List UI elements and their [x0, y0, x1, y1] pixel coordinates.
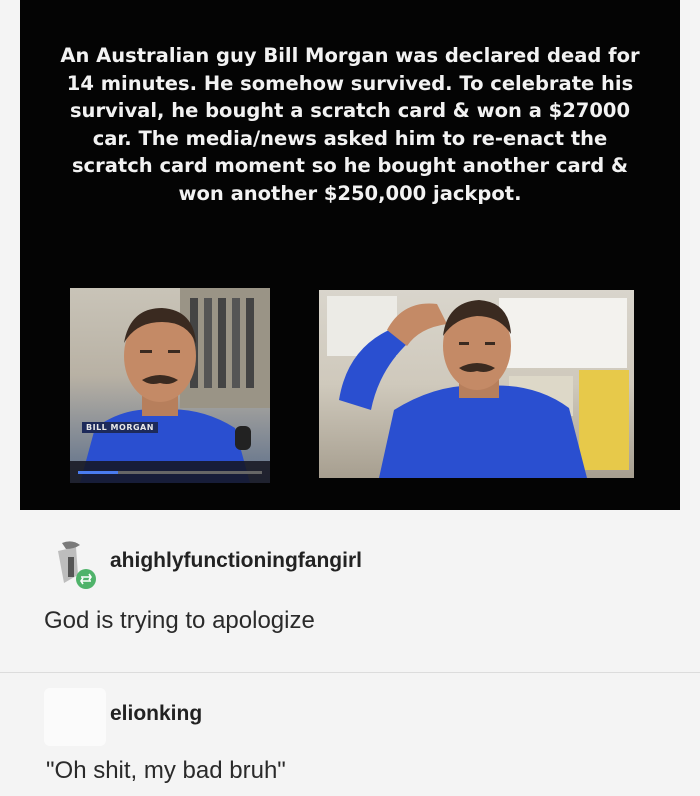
bill-morgan-photo-left: BILL MORGAN	[70, 288, 270, 483]
video-progress-fill	[78, 471, 119, 474]
comment-divider	[0, 672, 700, 673]
meme-caption: An Australian guy Bill Morgan was declar…	[60, 44, 640, 205]
comment-text: God is trying to apologize	[44, 607, 315, 634]
man-hand-on-head-illustration	[327, 296, 629, 478]
username-ahighlyfunctioningfangirl[interactable]: ahighlyfunctioningfangirl	[110, 549, 362, 573]
reblog-comment-1: ahighlyfunctioningfangirl God is trying …	[0, 525, 700, 665]
video-progress-track[interactable]	[78, 471, 262, 474]
user-avatar[interactable]	[50, 537, 100, 589]
name-lower-third: BILL MORGAN	[82, 422, 158, 433]
bill-morgan-photo-right	[319, 290, 634, 478]
meme-image: An Australian guy Bill Morgan was declar…	[20, 0, 680, 510]
reblog-avatar-icon	[50, 537, 100, 589]
username-elionking[interactable]: elionking	[110, 702, 202, 726]
video-control-bar[interactable]	[70, 461, 270, 483]
blank-avatar[interactable]	[44, 688, 106, 746]
man-portrait-illustration	[80, 288, 270, 483]
comment-text: "Oh shit, my bad bruh"	[46, 757, 286, 784]
